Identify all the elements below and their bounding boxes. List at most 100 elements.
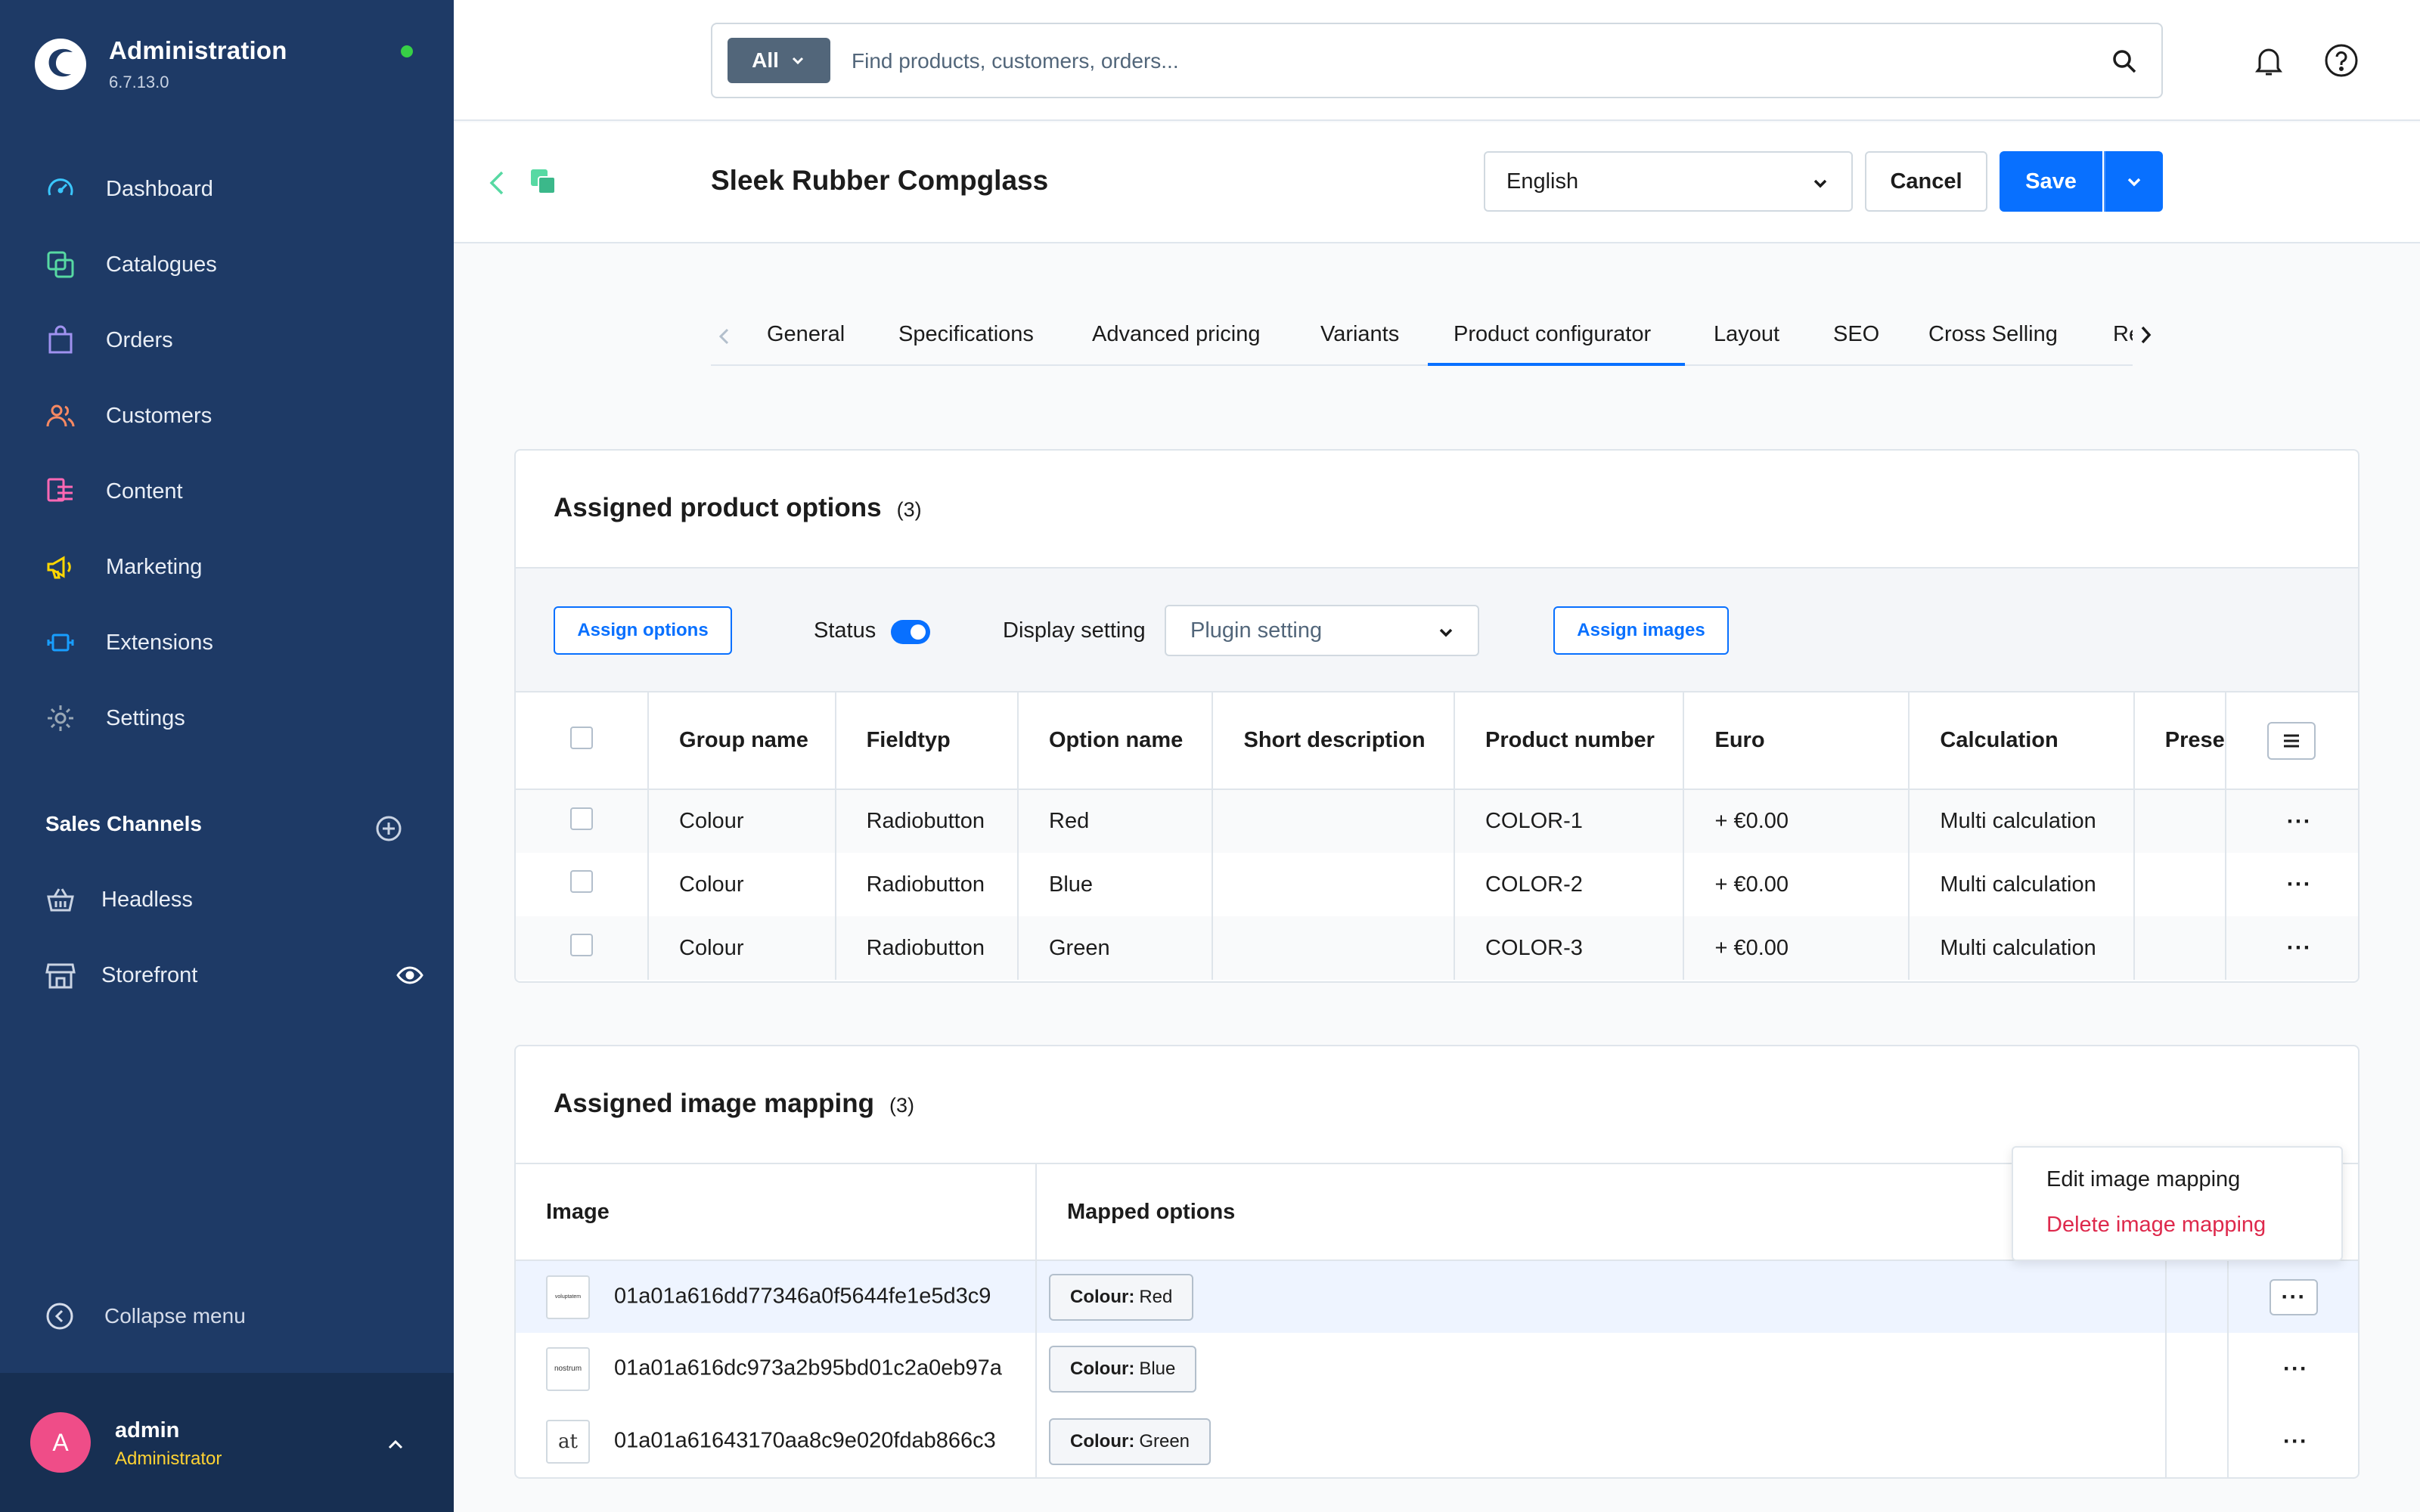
column-header[interactable]: Short description	[1212, 692, 1455, 790]
column-header[interactable]: Calculation	[1909, 692, 2135, 790]
column-header[interactable]: Prese	[2133, 692, 2226, 790]
row-actions-icon[interactable]: ···	[2287, 809, 2312, 834]
eye-icon[interactable]	[396, 962, 424, 989]
language-select[interactable]: English	[1484, 151, 1853, 212]
search-icon[interactable]	[2110, 47, 2139, 76]
product-tabs: General Specifications Advanced pricing …	[711, 310, 2152, 366]
chevron-down-icon	[1813, 179, 1827, 188]
column-settings-cell	[2225, 692, 2358, 790]
nav-item-content[interactable]: Content	[0, 454, 454, 529]
bell-icon[interactable]	[2251, 42, 2287, 79]
row-checkbox[interactable]	[570, 807, 593, 830]
cell-preselection	[2133, 853, 2226, 916]
cancel-button[interactable]: Cancel	[1865, 151, 1987, 212]
row-actions-icon[interactable]: ···	[2283, 1429, 2308, 1454]
save-options-button[interactable]	[2104, 151, 2163, 212]
column-header[interactable]: Euro	[1683, 692, 1910, 790]
app-version: 6.7.13.0	[109, 73, 169, 91]
tab-general[interactable]: General	[767, 322, 845, 347]
tab-variants[interactable]: Variants	[1320, 322, 1399, 347]
tab-product-configurator[interactable]: Product configurator	[1454, 322, 1651, 347]
app-title: Administration	[109, 36, 287, 64]
tab-scroll-left-icon[interactable]	[715, 325, 734, 348]
nav-item-catalogues[interactable]: Catalogues	[0, 227, 454, 302]
save-button[interactable]: Save	[2000, 151, 2102, 212]
sales-channel-label: Storefront	[101, 962, 198, 987]
mapped-option-chip: Colour: Red	[1049, 1273, 1194, 1321]
column-header[interactable]: Fieldtyp	[835, 692, 1019, 790]
customers-icon	[45, 401, 76, 431]
tab-cross-selling[interactable]: Cross Selling	[1928, 322, 2058, 347]
nav-item-dashboard[interactable]: Dashboard	[0, 151, 454, 227]
row-actions-button[interactable]: ···	[2270, 1278, 2318, 1315]
sales-channel-label: Headless	[101, 887, 193, 912]
sales-channel-storefront[interactable]: Storefront	[45, 953, 424, 998]
display-setting-select[interactable]: Plugin setting	[1165, 605, 1479, 656]
tab-scroll-right-icon[interactable]	[2136, 322, 2155, 348]
cell-short-description	[1212, 853, 1455, 916]
search-input[interactable]	[852, 39, 2062, 83]
sales-channel-headless[interactable]: Headless	[45, 877, 424, 922]
search-scope-dropdown[interactable]: All	[728, 38, 830, 83]
cell-calculation: Multi calculation	[1909, 916, 2135, 980]
column-header[interactable]: Image	[516, 1163, 1037, 1261]
table-row[interactable]: Colour Radiobutton Red COLOR-1 + €0.00 M…	[516, 789, 2358, 853]
nav-item-extensions[interactable]: Extensions	[0, 605, 454, 680]
card-count: (3)	[889, 1094, 914, 1117]
help-icon[interactable]	[2323, 42, 2360, 79]
cell-fieldtype: Radiobutton	[835, 916, 1019, 980]
assign-images-button[interactable]: Assign images	[1553, 606, 1729, 655]
column-header[interactable]: Product number	[1454, 692, 1685, 790]
chevron-down-icon	[792, 57, 803, 65]
collapse-menu[interactable]: Collapse menu	[45, 1302, 246, 1331]
extensions-icon	[45, 627, 76, 658]
table-row[interactable]: Colour Radiobutton Green COLOR-3 + €0.00…	[516, 916, 2358, 980]
product-options-table: Group name Fieldtyp Option name Short de…	[516, 692, 2358, 980]
assign-options-button[interactable]: Assign options	[554, 606, 732, 655]
user-name: admin	[115, 1418, 180, 1442]
status-toggle[interactable]	[891, 620, 930, 644]
settings-icon	[45, 703, 76, 733]
edit-image-mapping-item[interactable]: Edit image mapping	[2046, 1167, 2240, 1192]
column-header[interactable]: Mapped options	[1036, 1163, 2167, 1261]
shopware-logo-icon	[35, 39, 86, 90]
context-menu: Edit image mapping Delete image mapping	[2012, 1146, 2343, 1261]
add-sales-channel-icon[interactable]	[375, 815, 402, 842]
select-all-checkbox[interactable]	[570, 726, 593, 749]
nav-item-customers[interactable]: Customers	[0, 378, 454, 454]
nav-item-settings[interactable]: Settings	[0, 680, 454, 756]
table-row[interactable]: nostrum 01a01a616dc973a2b95bd01c2a0eb97a …	[516, 1333, 2358, 1405]
delete-image-mapping-item[interactable]: Delete image mapping	[2046, 1213, 2266, 1238]
row-actions-icon[interactable]: ···	[2287, 872, 2312, 897]
table-row[interactable]: at 01a01a61643170aa8c9e020fdab866c3 Colou…	[516, 1405, 2358, 1477]
column-header[interactable]: Option name	[1018, 692, 1214, 790]
brand[interactable]: Administration 6.7.13.0	[33, 36, 287, 92]
tab-seo[interactable]: SEO	[1833, 322, 1879, 347]
cell-calculation: Multi calculation	[1909, 789, 2135, 853]
image-thumbnail: at	[546, 1420, 590, 1464]
tab-layout[interactable]: Layout	[1714, 322, 1779, 347]
column-header[interactable]: Group name	[648, 692, 836, 790]
nav-item-orders[interactable]: Orders	[0, 302, 454, 378]
tab-advanced-pricing[interactable]: Advanced pricing	[1092, 322, 1260, 347]
cell-euro: + €0.00	[1683, 789, 1910, 853]
nav-item-marketing[interactable]: Marketing	[0, 529, 454, 605]
copy-icon[interactable]	[528, 166, 558, 197]
back-arrow-icon[interactable]	[484, 166, 511, 200]
tab-reviews[interactable]: Re	[2113, 322, 2133, 347]
top-bar: All	[454, 0, 2420, 121]
row-actions-icon[interactable]: ···	[2283, 1356, 2308, 1381]
row-checkbox[interactable]	[570, 870, 593, 893]
row-actions-icon[interactable]: ···	[2287, 935, 2312, 960]
user-menu[interactable]: A admin Administrator	[0, 1373, 454, 1512]
column-settings-button[interactable]	[2266, 721, 2316, 760]
table-row[interactable]: Colour Radiobutton Blue COLOR-2 + €0.00 …	[516, 853, 2358, 916]
content-icon	[45, 476, 76, 507]
nav-label: Extensions	[106, 630, 213, 655]
basket-icon	[45, 885, 76, 915]
image-name: 01a01a616dc973a2b95bd01c2a0eb97a	[614, 1356, 1002, 1380]
row-checkbox[interactable]	[570, 934, 593, 956]
table-row[interactable]: voluptatem 01a01a616dd77346a0f5644fe1e5d3…	[516, 1260, 2358, 1333]
chevron-up-icon[interactable]	[384, 1433, 407, 1456]
tab-specifications[interactable]: Specifications	[898, 322, 1034, 347]
